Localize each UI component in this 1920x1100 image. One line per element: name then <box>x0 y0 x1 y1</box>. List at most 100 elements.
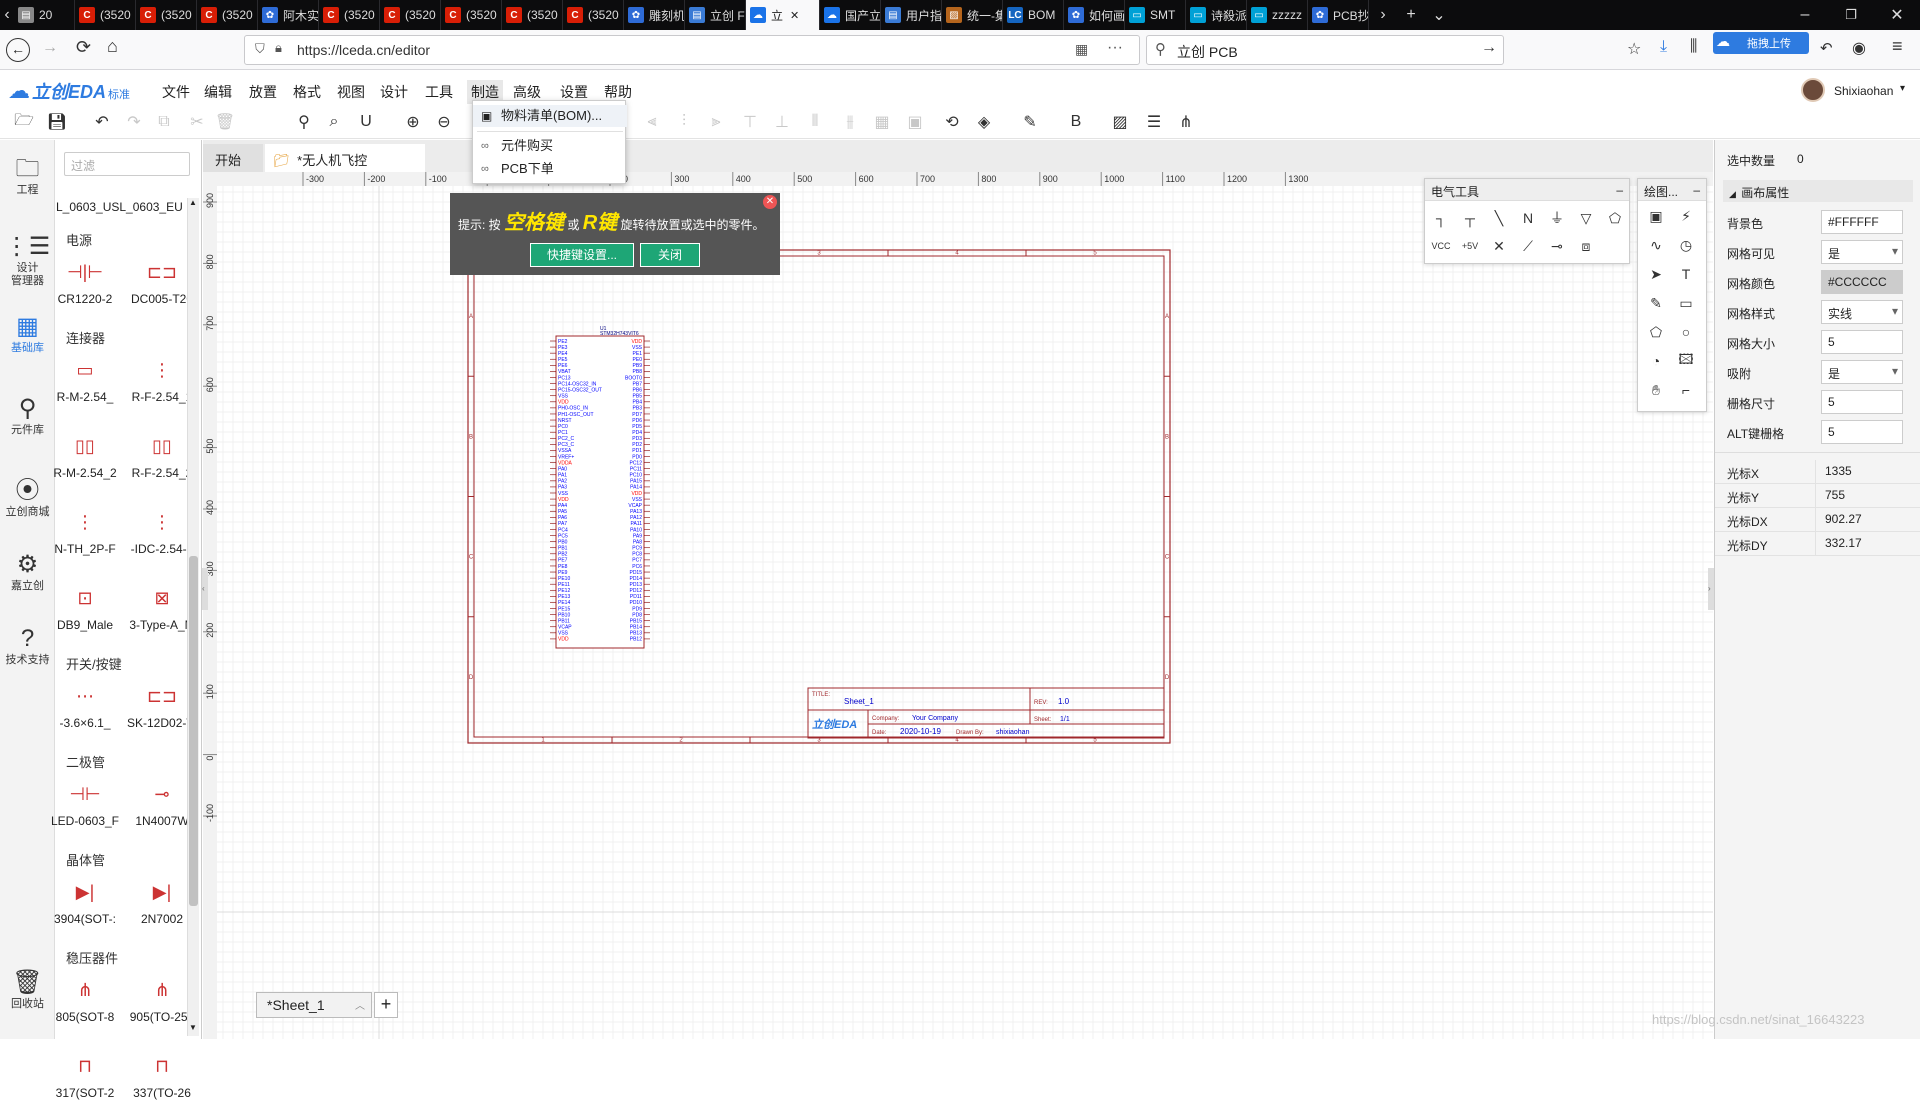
browser-tab[interactable]: ✿ 如何画 <box>1064 0 1125 30</box>
nav-jlc[interactable]: ⚙ 嘉立创 <box>0 550 55 593</box>
search-bar[interactable]: ⚲ 立创 PCB → <box>1146 35 1504 65</box>
library-section-title[interactable]: 电源 <box>66 230 92 249</box>
voltage-icon[interactable]: +5V <box>1458 235 1482 257</box>
browser-tab[interactable]: ✿ PCB抄 <box>1308 0 1369 30</box>
menu-icon[interactable]: ≡ <box>1892 36 1903 57</box>
electric-tools-header[interactable]: 电气工具 – <box>1425 179 1629 201</box>
property-input[interactable]: 5 <box>1821 420 1903 444</box>
picture-icon[interactable]: 🖾︎ <box>1674 350 1698 372</box>
new-tab-icon[interactable]: + <box>1397 0 1425 30</box>
library-part[interactable]: ⊓ 317(SOT-2 <box>50 1046 120 1100</box>
page-actions-icon[interactable]: ··· <box>1107 39 1123 57</box>
text-icon[interactable]: T <box>1674 263 1698 285</box>
library-part[interactable]: ⊓ 337(TO-26 <box>127 1046 197 1100</box>
lceda-logo[interactable]: ☁ 立创EDA 标准 <box>8 78 130 104</box>
probe-icon[interactable]: ⟋ <box>1516 235 1540 257</box>
library-part[interactable]: ▯▯ R-M-2.54_2 <box>50 426 120 481</box>
restore-icon[interactable]: ❐ <box>1828 0 1874 30</box>
library-part[interactable]: ⊣|⊢ CR1220-2 <box>50 252 120 307</box>
group-parts-icon[interactable]: ⧈ <box>1574 235 1598 257</box>
menu-9[interactable]: 设置 <box>560 82 588 102</box>
align-right-icon[interactable]: ⫸ <box>704 110 728 134</box>
drawing-tools-header[interactable]: 绘图... – <box>1638 179 1706 201</box>
home-icon[interactable]: ⌂ <box>107 36 118 57</box>
browser-tab[interactable]: C (3520 <box>380 0 441 30</box>
gallery-icon[interactable]: ▨ <box>1108 110 1132 134</box>
browser-tab[interactable]: ▭ 诗殺派 <box>1186 0 1247 30</box>
schematic-canvas[interactable]: -300 -200 -100 0 100 200 300 400 500 600 700 800 900… <box>203 172 1713 1039</box>
menu-2[interactable]: 放置 <box>249 82 277 102</box>
ground-icon[interactable]: ⏚ <box>1545 207 1569 229</box>
pie-icon[interactable]: ◔ <box>1644 350 1668 372</box>
library-part[interactable]: ▶| 3904(SOT-: <box>50 872 120 927</box>
chevron-up-icon[interactable]: ︿ <box>355 997 365 1012</box>
wire-icon[interactable]: ┐ <box>1429 207 1453 229</box>
nav-lcsc[interactable]: ⦿ 立创商城 <box>0 476 55 519</box>
search-go-icon[interactable]: → <box>1481 39 1497 57</box>
account-icon[interactable]: ◉ <box>1852 38 1866 58</box>
line-icon[interactable]: ⚡ <box>1674 205 1698 227</box>
circle-icon[interactable]: ○ <box>1674 321 1698 343</box>
browser-tab[interactable]: C (3520 <box>563 0 624 30</box>
minimize-icon[interactable]: – <box>1782 0 1828 30</box>
distribute-h-icon[interactable]: ⫴ <box>803 110 827 134</box>
hint-close-button[interactable]: 关闭 <box>640 243 700 267</box>
menu-item-bom[interactable]: ▣ 物料清单(BOM)... <box>473 105 627 127</box>
library-part[interactable]: ⊡ DB9_Male <box>50 578 120 633</box>
property-select[interactable]: 是 <box>1821 240 1903 264</box>
scrollbar-down-arrow[interactable]: ▼ <box>189 1023 197 1032</box>
share-icon[interactable]: ⋔ <box>1174 110 1198 134</box>
menu-item-pcb-order[interactable]: ∞ PCB下单 <box>473 158 627 180</box>
library-scrollbar[interactable]: ▲ ▼ <box>187 198 199 1036</box>
browser-tab[interactable]: ▤ 20 <box>14 0 75 30</box>
netport-icon[interactable]: ▽ <box>1574 207 1598 229</box>
group-icon[interactable]: ▦ <box>870 110 894 134</box>
layers-icon[interactable]: ◈ <box>972 110 996 134</box>
align-top-icon[interactable]: ⊤ <box>738 110 762 134</box>
menu-10[interactable]: 帮助 <box>604 82 632 102</box>
library-icon[interactable]: ⫼ <box>1690 38 1697 56</box>
netlabel-icon[interactable]: N <box>1516 207 1540 229</box>
search-icon[interactable]: ⚲ <box>292 110 316 134</box>
close-window-icon[interactable]: ✕ <box>1874 0 1920 30</box>
browser-tab[interactable]: C (3520 <box>197 0 258 30</box>
freehand-icon[interactable]: ✎ <box>1644 292 1668 314</box>
back-icon[interactable]: ← <box>6 38 30 62</box>
text-find-icon[interactable]: ⌕ <box>322 110 346 134</box>
library-part[interactable]: ⊣⊢ LED-0603_F <box>50 774 120 829</box>
library-part[interactable]: ⋯ -3.6×6.1_ <box>50 676 120 731</box>
tab-list-icon[interactable]: ⌄ <box>1425 0 1453 30</box>
library-part[interactable]: ⋮ N-TH_2P-F <box>50 502 120 557</box>
scrollbar-up-arrow[interactable]: ▲ <box>189 198 197 207</box>
bezier-icon[interactable]: ∿ <box>1644 234 1668 256</box>
library-section-title[interactable]: 连接器 <box>66 328 105 347</box>
browser-tab[interactable]: ✿ 雕刻机 <box>624 0 685 30</box>
close-tab-icon[interactable]: ✕ <box>790 9 799 22</box>
library-section-title[interactable]: 二极管 <box>66 752 105 771</box>
align-left-icon[interactable]: ⫷ <box>640 110 664 134</box>
canvas-drawing[interactable]: -300 -200 -100 0 100 200 300 400 500 600 700 800 900… <box>203 172 1713 1039</box>
library-part[interactable]: ⋔ 805(SOT-8 <box>50 970 120 1025</box>
undo-icon[interactable]: ↶ <box>90 110 114 134</box>
netflag-icon[interactable]: ⬠ <box>1603 207 1627 229</box>
filter-input[interactable]: 过滤 <box>64 152 190 176</box>
shortcut-settings-button[interactable]: 快捷键设置... <box>530 243 634 267</box>
browser-tab[interactable]: LC BOM <box>1003 0 1064 30</box>
collapse-icon[interactable]: – <box>1616 183 1623 197</box>
bookmark-star-icon[interactable]: ☆ <box>1627 39 1641 59</box>
browser-tab[interactable]: C (3520 <box>502 0 563 30</box>
nav-trash[interactable]: 🗑︎ 回收站 <box>0 968 55 1011</box>
delete-icon[interactable]: 🗑︎ <box>213 110 237 134</box>
bus-icon[interactable]: ┬ <box>1458 207 1482 229</box>
property-input[interactable]: #FFFFFF <box>1821 210 1903 234</box>
library-section-title[interactable]: 晶体管 <box>66 850 105 869</box>
zoom-out-icon[interactable]: ⊖ <box>432 110 456 134</box>
menu-0[interactable]: 文件 <box>162 82 190 102</box>
cut-icon[interactable]: ✂ <box>185 110 209 134</box>
close-icon[interactable]: ✕ <box>763 195 777 209</box>
property-input[interactable]: 5 <box>1821 330 1903 354</box>
rotate-icon[interactable]: ⟲ <box>940 110 964 134</box>
copy-icon[interactable]: ⧉ <box>152 110 176 134</box>
sheet-tab[interactable]: *Sheet_1 ︿ <box>256 992 372 1018</box>
probe-icon[interactable]: ✎ <box>1018 110 1042 134</box>
